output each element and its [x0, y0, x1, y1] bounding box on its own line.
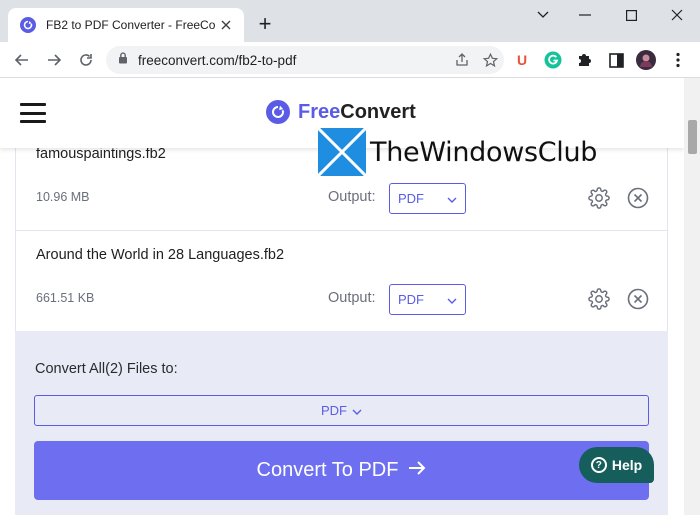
file-name: Around the World in 28 Languages.fb2	[36, 247, 285, 263]
extensions-puzzle-icon[interactable]	[574, 50, 594, 70]
tab-search-icon[interactable]	[520, 0, 566, 30]
settings-gear-icon[interactable]	[587, 186, 611, 210]
new-tab-button[interactable]: +	[254, 13, 276, 36]
freeconvert-favicon-icon	[20, 17, 36, 33]
output-label: Output:	[328, 290, 376, 306]
convert-button-label: Convert To PDF	[256, 459, 399, 481]
side-panel-icon[interactable]	[606, 50, 626, 70]
tab-title: FB2 to PDF Converter - FreeConv	[46, 18, 216, 32]
hamburger-menu-icon[interactable]	[20, 103, 46, 123]
url-text: freeconvert.com/fb2-to-pdf	[138, 52, 297, 68]
forward-arrow-icon[interactable]	[42, 48, 66, 72]
question-mark-icon: ?	[590, 457, 607, 473]
convert-button[interactable]: Convert To PDF	[34, 441, 649, 500]
convert-all-format-select[interactable]: PDF	[34, 395, 649, 426]
scrollbar-thumb[interactable]	[688, 120, 697, 154]
chevron-down-icon	[352, 403, 362, 418]
brand-convert: Convert	[340, 100, 416, 123]
arrow-right-icon	[408, 459, 426, 482]
brand-free: Free	[298, 100, 341, 123]
file-list: famouspaintings.fb2 10.96 MB Output: PDF…	[15, 146, 668, 515]
thewindowsclub-logo-icon	[316, 126, 368, 178]
profile-avatar[interactable]	[636, 50, 656, 70]
settings-gear-icon[interactable]	[587, 287, 611, 311]
maximize-icon[interactable]	[608, 0, 654, 30]
tab-close-icon[interactable]	[216, 15, 236, 35]
window-close-icon[interactable]	[654, 0, 700, 30]
remove-file-icon[interactable]	[626, 287, 650, 311]
back-arrow-icon[interactable]	[10, 48, 34, 72]
chevron-down-icon	[447, 191, 457, 206]
file-size: 661.51 KB	[36, 291, 95, 305]
file-row: Around the World in 28 Languages.fb2 661…	[15, 231, 668, 331]
convert-all-label: Convert All(2) Files to:	[35, 361, 178, 377]
freeconvert-logo[interactable]: Free Convert	[266, 100, 416, 124]
help-label: Help	[611, 457, 643, 473]
bookmark-star-icon[interactable]	[476, 46, 504, 74]
ublock-extension-icon[interactable]: U	[512, 50, 532, 70]
remove-file-icon[interactable]	[626, 186, 650, 210]
output-format-select[interactable]: PDF	[389, 284, 466, 315]
address-bar[interactable]: freeconvert.com/fb2-to-pdf	[106, 46, 504, 74]
browser-menu-icon[interactable]	[668, 50, 688, 70]
output-format-value: PDF	[398, 191, 424, 206]
tab-strip: FB2 to PDF Converter - FreeConv +	[0, 0, 700, 42]
convert-all-panel: Convert All(2) Files to: PDF Convert To …	[15, 331, 668, 515]
minimize-icon[interactable]	[562, 0, 608, 30]
chevron-down-icon	[447, 292, 457, 307]
browser-tab[interactable]: FB2 to PDF Converter - FreeConv	[8, 8, 244, 42]
watermark-text: TheWindowsClub	[370, 136, 598, 168]
freeconvert-logo-icon	[266, 100, 290, 124]
file-size: 10.96 MB	[36, 190, 90, 204]
help-button[interactable]: ? Help	[579, 447, 654, 483]
lock-icon[interactable]	[118, 51, 128, 69]
page-scrollbar[interactable]	[684, 78, 700, 515]
output-label: Output:	[328, 189, 376, 205]
browser-toolbar: freeconvert.com/fb2-to-pdf U	[0, 42, 700, 78]
output-format-select[interactable]: PDF	[389, 183, 466, 214]
output-format-value: PDF	[398, 292, 424, 307]
share-icon[interactable]	[448, 46, 476, 74]
convert-all-format-value: PDF	[321, 403, 347, 418]
reload-icon[interactable]	[74, 48, 98, 72]
watermark: TheWindowsClub	[316, 126, 598, 178]
grammarly-extension-icon[interactable]	[543, 50, 563, 70]
file-name: famouspaintings.fb2	[36, 146, 166, 162]
